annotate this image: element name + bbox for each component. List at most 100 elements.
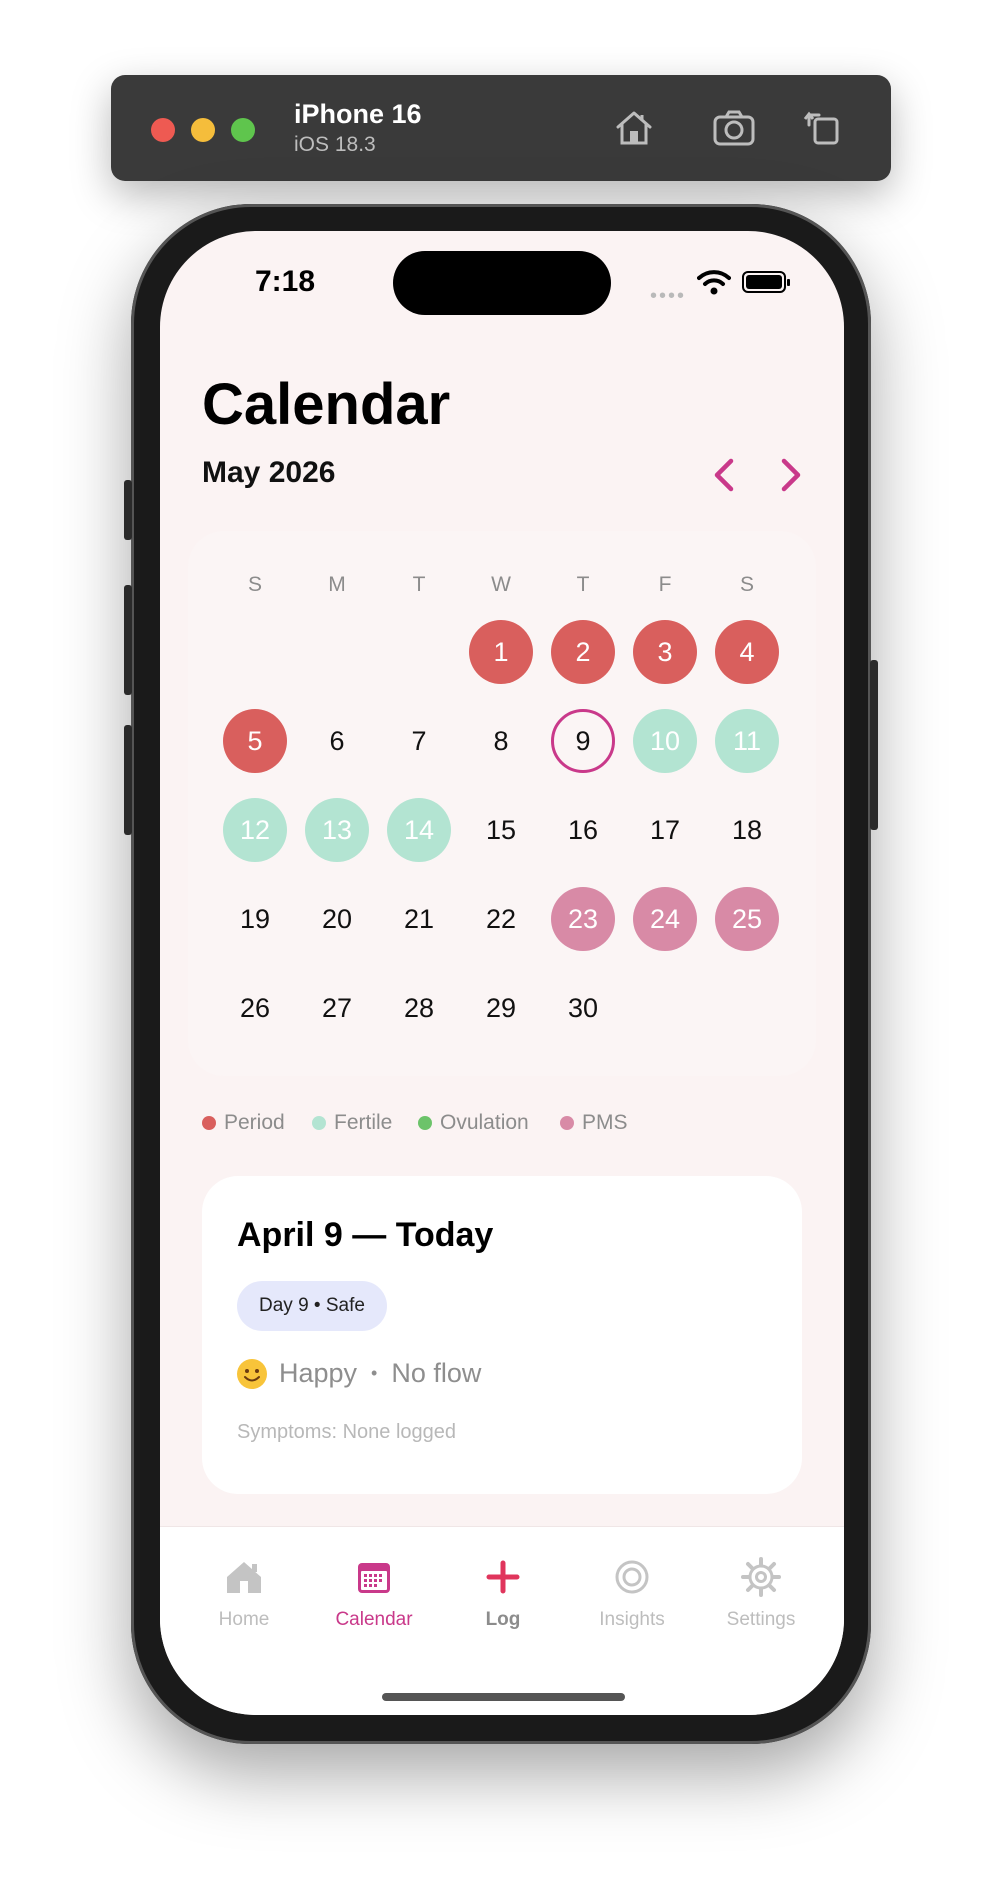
device-name: iPhone 16	[294, 99, 422, 129]
mood-label: Happy	[279, 1358, 358, 1388]
calendar-day[interactable]: 17	[633, 798, 697, 862]
wifi-icon	[697, 270, 731, 295]
volume-up-button	[124, 585, 132, 695]
legend-pms: PMS	[560, 1111, 628, 1135]
calendar-day[interactable]: 7	[387, 709, 451, 773]
symptoms-label: Symptoms: None logged	[237, 1421, 457, 1443]
calendar-day[interactable]: 27	[305, 976, 369, 1040]
legend-period: Period	[202, 1111, 285, 1135]
smiling-face-icon	[237, 1358, 267, 1389]
home-icon	[616, 111, 652, 145]
rotate-icon	[803, 111, 839, 145]
tab-label: Insights	[599, 1609, 665, 1630]
calendar-day[interactable]: 30	[551, 976, 615, 1040]
calendar-day[interactable]: 28	[387, 976, 451, 1040]
cycle-day-badge: Day 9 • Safe	[237, 1281, 387, 1331]
month-label: May 2026	[202, 456, 336, 489]
dynamic-island	[393, 251, 611, 315]
cellular-icon: ••••	[650, 285, 687, 307]
ovulation-dot-icon	[418, 1116, 432, 1130]
status-time: 7:18	[255, 265, 316, 298]
rotate-button[interactable]	[799, 103, 849, 153]
legend-label: Ovulation	[440, 1111, 529, 1134]
tab-label: Settings	[726, 1609, 796, 1630]
legend-label: PMS	[582, 1111, 628, 1134]
flow-label: No flow	[391, 1358, 482, 1388]
legend-ovulation: Ovulation	[418, 1111, 529, 1135]
weekday-header: W	[491, 573, 511, 596]
calendar-day[interactable]: 29	[469, 976, 533, 1040]
weekday-header: S	[739, 573, 754, 596]
calendar-day[interactable]: 14	[387, 798, 451, 862]
legend-fertile: Fertile	[312, 1111, 392, 1135]
home-indicator	[382, 1693, 625, 1701]
weekday-header: T	[576, 573, 590, 596]
calendar-day[interactable]: 9	[551, 709, 615, 773]
legend-label: Period	[224, 1111, 285, 1134]
battery-icon	[742, 271, 790, 293]
calendar-day[interactable]: 5	[223, 709, 287, 773]
power-button	[870, 660, 878, 830]
weekday-header: M	[328, 573, 346, 596]
next-month-button[interactable]	[772, 455, 808, 495]
period-dot-icon	[202, 1116, 216, 1130]
previous-month-button[interactable]	[707, 455, 743, 495]
weekday-header: S	[247, 573, 262, 596]
calendar-day[interactable]: 6	[305, 709, 369, 773]
day-detail-card[interactable]: April 9 — Today Day 9 • Safe Happy • No …	[202, 1176, 802, 1494]
calendar-day[interactable]: 3	[633, 620, 697, 684]
simulator-toolbar: iPhone 16 iOS 18.3	[111, 75, 891, 181]
calendar-day[interactable]: 15	[469, 798, 533, 862]
minimize-window-button[interactable]	[191, 118, 215, 142]
tab-insights[interactable]: Insights	[577, 1555, 687, 1631]
volume-down-button	[124, 725, 132, 835]
zoom-window-button[interactable]	[231, 118, 255, 142]
tab-label: Calendar	[335, 1609, 413, 1630]
calendar-day[interactable]: 25	[715, 887, 779, 951]
screenshot-button[interactable]	[709, 103, 759, 153]
tab-calendar[interactable]: Calendar	[319, 1555, 429, 1631]
os-version: iOS 18.3	[294, 133, 376, 156]
calendar-day[interactable]: 18	[715, 798, 779, 862]
calendar-day[interactable]: 13	[305, 798, 369, 862]
legend-label: Fertile	[334, 1111, 393, 1134]
calendar-day[interactable]: 2	[551, 620, 615, 684]
calendar-day[interactable]: 16	[551, 798, 615, 862]
tab-label: Log	[485, 1609, 521, 1630]
calendar-day[interactable]: 22	[469, 887, 533, 951]
pms-dot-icon	[560, 1116, 574, 1130]
tab-home[interactable]: Home	[189, 1555, 299, 1631]
calendar-day[interactable]: 10	[633, 709, 697, 773]
calendar-day[interactable]: 12	[223, 798, 287, 862]
gear-icon	[741, 1557, 781, 1597]
home-button[interactable]	[609, 103, 659, 153]
calendar-day[interactable]: 8	[469, 709, 533, 773]
tab-settings[interactable]: Settings	[706, 1555, 816, 1631]
weekday-header: T	[412, 573, 426, 596]
calendar-day[interactable]: 19	[223, 887, 287, 951]
separator: •	[371, 1363, 378, 1383]
app-screen: 7:18 •••• Calendar May 2026 SMTWTFS12345…	[160, 231, 844, 1715]
day-detail-title: April 9 — Today	[237, 1216, 494, 1254]
calendar-day[interactable]: 11	[715, 709, 779, 773]
calendar-day[interactable]: 23	[551, 887, 615, 951]
tab-bar: Home Calendar Log Insights Settings	[160, 1526, 844, 1715]
fertile-dot-icon	[312, 1116, 326, 1130]
house-icon	[227, 1562, 261, 1593]
calendar-day[interactable]: 21	[387, 887, 451, 951]
close-window-button[interactable]	[151, 118, 175, 142]
calendar-icon	[358, 1563, 390, 1593]
camera-icon	[713, 110, 755, 146]
calendar-day[interactable]: 20	[305, 887, 369, 951]
mood-flow-row: Happy • No flow	[237, 1358, 481, 1389]
calendar-day[interactable]: 1	[469, 620, 533, 684]
target-icon	[615, 1560, 649, 1594]
calendar-day[interactable]: 24	[633, 887, 697, 951]
calendar-day[interactable]: 4	[715, 620, 779, 684]
plus-icon	[486, 1560, 520, 1594]
calendar-day[interactable]: 26	[223, 976, 287, 1040]
tab-log[interactable]: Log	[448, 1555, 558, 1631]
tab-label: Home	[218, 1609, 270, 1630]
action-button	[124, 480, 132, 540]
page-title: Calendar	[202, 372, 451, 437]
